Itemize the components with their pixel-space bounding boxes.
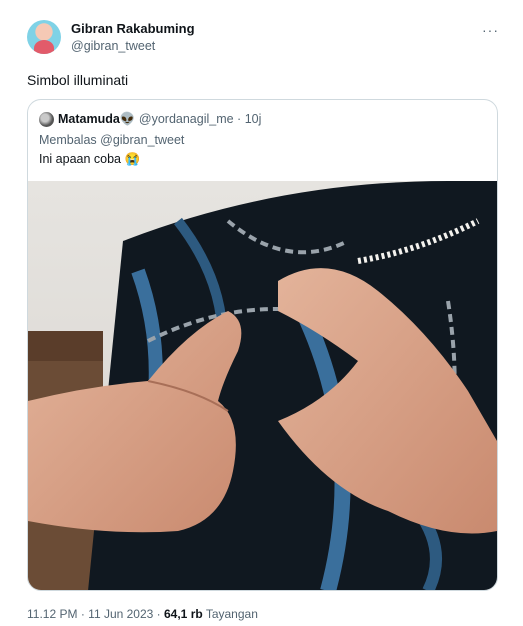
- quoted-header: Matamuda👽 @yordanagil_me · 10j: [58, 112, 261, 127]
- quoted-reply-to: Membalas @gibran_tweet: [39, 133, 185, 147]
- tweet-author-name[interactable]: Gibran Rakabuming: [71, 21, 195, 36]
- tweet-author-avatar[interactable]: [27, 20, 61, 54]
- separator-dot: ·: [77, 607, 89, 621]
- tweet-author-handle[interactable]: @gibran_tweet: [71, 39, 155, 53]
- quoted-tweet-card[interactable]: Matamuda👽 @yordanagil_me · 10j Membalas …: [27, 99, 498, 591]
- quoted-photo[interactable]: [28, 181, 497, 591]
- views-label: Tayangan: [205, 607, 258, 621]
- quoted-text: Ini apaan coba 😭: [39, 152, 141, 166]
- tweet-time[interactable]: 11.12 PM: [27, 607, 77, 621]
- quoted-author-name: Matamuda: [58, 112, 120, 126]
- quoted-time: 10j: [244, 112, 262, 126]
- tweet-meta: 11.12 PM · 11 Jun 2023 · 64,1 rb Tayanga…: [27, 607, 258, 621]
- alien-emoji-icon: 👽: [119, 112, 136, 126]
- separator-dot: ·: [233, 112, 245, 126]
- separator-dot: ·: [153, 607, 164, 621]
- tweet-text: Simbol illuminati: [27, 72, 129, 88]
- quoted-author-avatar: [39, 112, 54, 127]
- views-count: 64,1 rb: [164, 607, 203, 621]
- more-options-icon[interactable]: ···: [482, 22, 499, 38]
- tweet-date[interactable]: 11 Jun 2023: [88, 607, 153, 621]
- quoted-author-handle: @yordanagil_me: [138, 112, 234, 126]
